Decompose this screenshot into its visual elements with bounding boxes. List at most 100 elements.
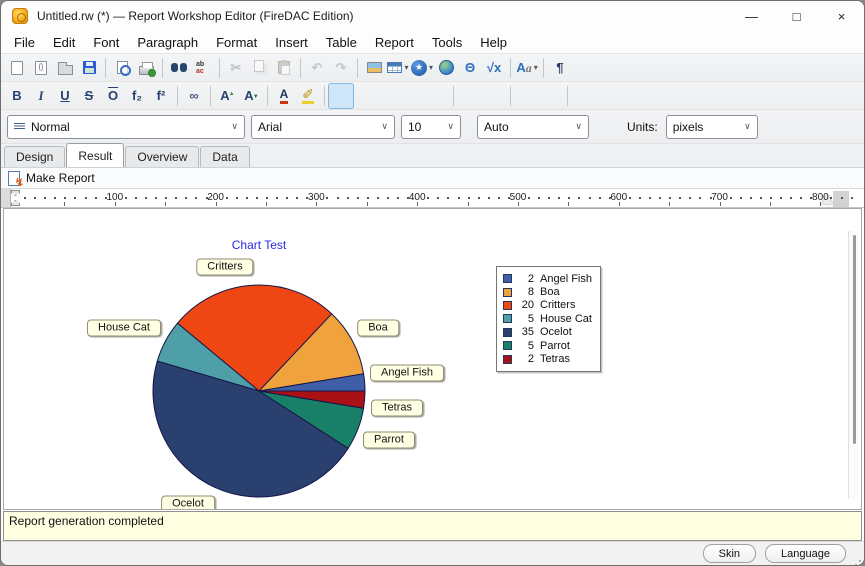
tab-overview[interactable]: Overview <box>125 146 200 167</box>
print-preview-button[interactable] <box>110 56 134 80</box>
save-button[interactable] <box>77 56 101 80</box>
scrollbar-thumb[interactable] <box>853 235 856 445</box>
vertical-scrollbar[interactable] <box>848 231 859 499</box>
font-style-set-button[interactable]: A▾ <box>515 56 539 80</box>
print-button[interactable] <box>134 56 158 80</box>
menu-paragraph[interactable]: Paragraph <box>128 31 207 53</box>
grow-font-button[interactable]: A <box>215 84 239 108</box>
paragraph-style-combo[interactable]: Normal ∨ <box>7 114 245 139</box>
zoom-value: Auto <box>484 119 509 134</box>
insert-symbol-button[interactable]: Θ <box>458 56 482 80</box>
align-center-button[interactable] <box>353 84 377 108</box>
paragraph-shading-button[interactable] <box>572 84 596 108</box>
close-button[interactable]: × <box>819 1 864 31</box>
insert-table-button[interactable]: ▾ <box>386 56 410 80</box>
menu-report[interactable]: Report <box>366 31 423 53</box>
legend-label: Boa <box>540 286 560 299</box>
glasses-button[interactable]: ∞ <box>182 84 206 108</box>
redo-icon: ↷ <box>335 60 347 75</box>
menu-help[interactable]: Help <box>471 31 516 53</box>
ruler-tick <box>679 197 682 199</box>
ruler-tick-major <box>669 202 671 206</box>
make-report-button[interactable]: Make Report <box>6 170 101 189</box>
dropdown-arrow-icon[interactable]: ▾ <box>429 63 433 72</box>
menu-table[interactable]: Table <box>317 31 366 53</box>
maximize-button[interactable]: □ <box>774 1 819 31</box>
insert-hyperlink-button[interactable] <box>434 56 458 80</box>
menu-insert[interactable]: Insert <box>266 31 317 53</box>
underline-button[interactable]: U <box>53 84 77 108</box>
font-size-combo[interactable]: 10 ∨ <box>401 114 461 139</box>
subscript-button[interactable]: f₂ <box>125 84 149 108</box>
overline-button[interactable]: O <box>101 84 125 108</box>
new-document-button[interactable] <box>5 56 29 80</box>
tab-result[interactable]: Result <box>66 143 125 167</box>
fit-width-button[interactable] <box>425 84 449 108</box>
insert-equation-button[interactable]: √x <box>482 56 506 80</box>
ruler-tick-major <box>215 202 217 206</box>
main-toolbar: {}✂↶↷▾★▾Θ√xA▾¶ <box>1 53 864 81</box>
redo-button[interactable]: ↷ <box>329 56 353 80</box>
justify-button[interactable] <box>401 84 425 108</box>
bold-button[interactable]: B <box>5 84 29 108</box>
dropdown-arrow-icon[interactable]: ▾ <box>534 63 538 72</box>
outdent-button[interactable] <box>515 84 539 108</box>
shrink-font-button[interactable]: A <box>239 84 263 108</box>
italic-button[interactable]: I <box>29 84 53 108</box>
find-replace-button[interactable] <box>191 56 215 80</box>
footer-bar: Skin Language <box>1 541 864 565</box>
zoom-combo[interactable]: Auto ∨ <box>477 114 589 139</box>
legend-value: 8 <box>527 286 534 299</box>
legend-row-tetras: 2 Tetras <box>503 352 592 365</box>
resize-grip-icon[interactable] <box>859 560 861 562</box>
toolbar-separator <box>510 85 511 106</box>
indent-button[interactable] <box>539 84 563 108</box>
pie-label-ocelot: Ocelot <box>161 495 215 509</box>
new-from-template-button[interactable]: {} <box>29 56 53 80</box>
skin-button[interactable]: Skin <box>702 544 757 563</box>
align-right-button[interactable] <box>377 84 401 108</box>
menu-file[interactable]: File <box>5 31 44 53</box>
strikethrough-button[interactable]: S <box>77 84 101 108</box>
dropdown-arrow-icon[interactable]: ▾ <box>404 63 408 72</box>
cut-button[interactable]: ✂ <box>224 56 248 80</box>
bullet-list-button[interactable] <box>458 84 482 108</box>
numbered-list-button[interactable] <box>482 84 506 108</box>
toolbar-separator <box>510 57 512 78</box>
ruler-tick <box>669 197 672 199</box>
strikethrough-icon: S <box>84 88 94 103</box>
superscript-button[interactable]: f² <box>149 84 173 108</box>
align-left-button[interactable] <box>328 82 354 109</box>
insert-shape-button[interactable]: ★ ▾ <box>410 56 434 80</box>
menu-font[interactable]: Font <box>84 31 128 53</box>
minimize-button[interactable]: — <box>729 1 774 31</box>
tab-design[interactable]: Design <box>4 146 66 167</box>
find-button[interactable] <box>167 56 191 80</box>
toolbar-separator <box>567 85 568 106</box>
tab-data[interactable]: Data <box>200 146 250 167</box>
language-button[interactable]: Language <box>765 544 846 563</box>
menu-edit[interactable]: Edit <box>44 31 84 53</box>
left-indent-marker[interactable] <box>11 200 20 206</box>
print-preview-icon <box>116 61 131 76</box>
paste-button[interactable] <box>272 56 296 80</box>
insert-image-button[interactable] <box>362 56 386 80</box>
document-canvas: Chart Test 2 Angel Fish 8 Boa 20 Critters 5 Hou… <box>3 208 862 510</box>
report-bar: Make Report <box>1 167 864 189</box>
legend-value: 2 <box>527 353 534 366</box>
formatting-marks-button[interactable]: ¶ <box>548 56 572 80</box>
open-folder-button[interactable] <box>53 56 77 80</box>
units-combo[interactable]: pixels ∨ <box>665 114 758 139</box>
ruler-tick <box>759 197 762 199</box>
menu-format[interactable]: Format <box>207 31 266 53</box>
copy-button[interactable] <box>248 56 272 80</box>
undo-button[interactable]: ↶ <box>305 56 329 80</box>
legend-swatch-icon <box>503 300 512 310</box>
ruler-tick <box>225 197 228 199</box>
font-color-button[interactable]: A <box>272 84 296 108</box>
pie-label-tetras: Tetras <box>371 399 423 417</box>
menu-tools[interactable]: Tools <box>423 31 471 53</box>
first-line-indent-marker[interactable] <box>11 190 20 196</box>
font-family-combo[interactable]: Arial ∨ <box>251 114 395 139</box>
highlight-button[interactable]: ✐ <box>296 84 320 108</box>
